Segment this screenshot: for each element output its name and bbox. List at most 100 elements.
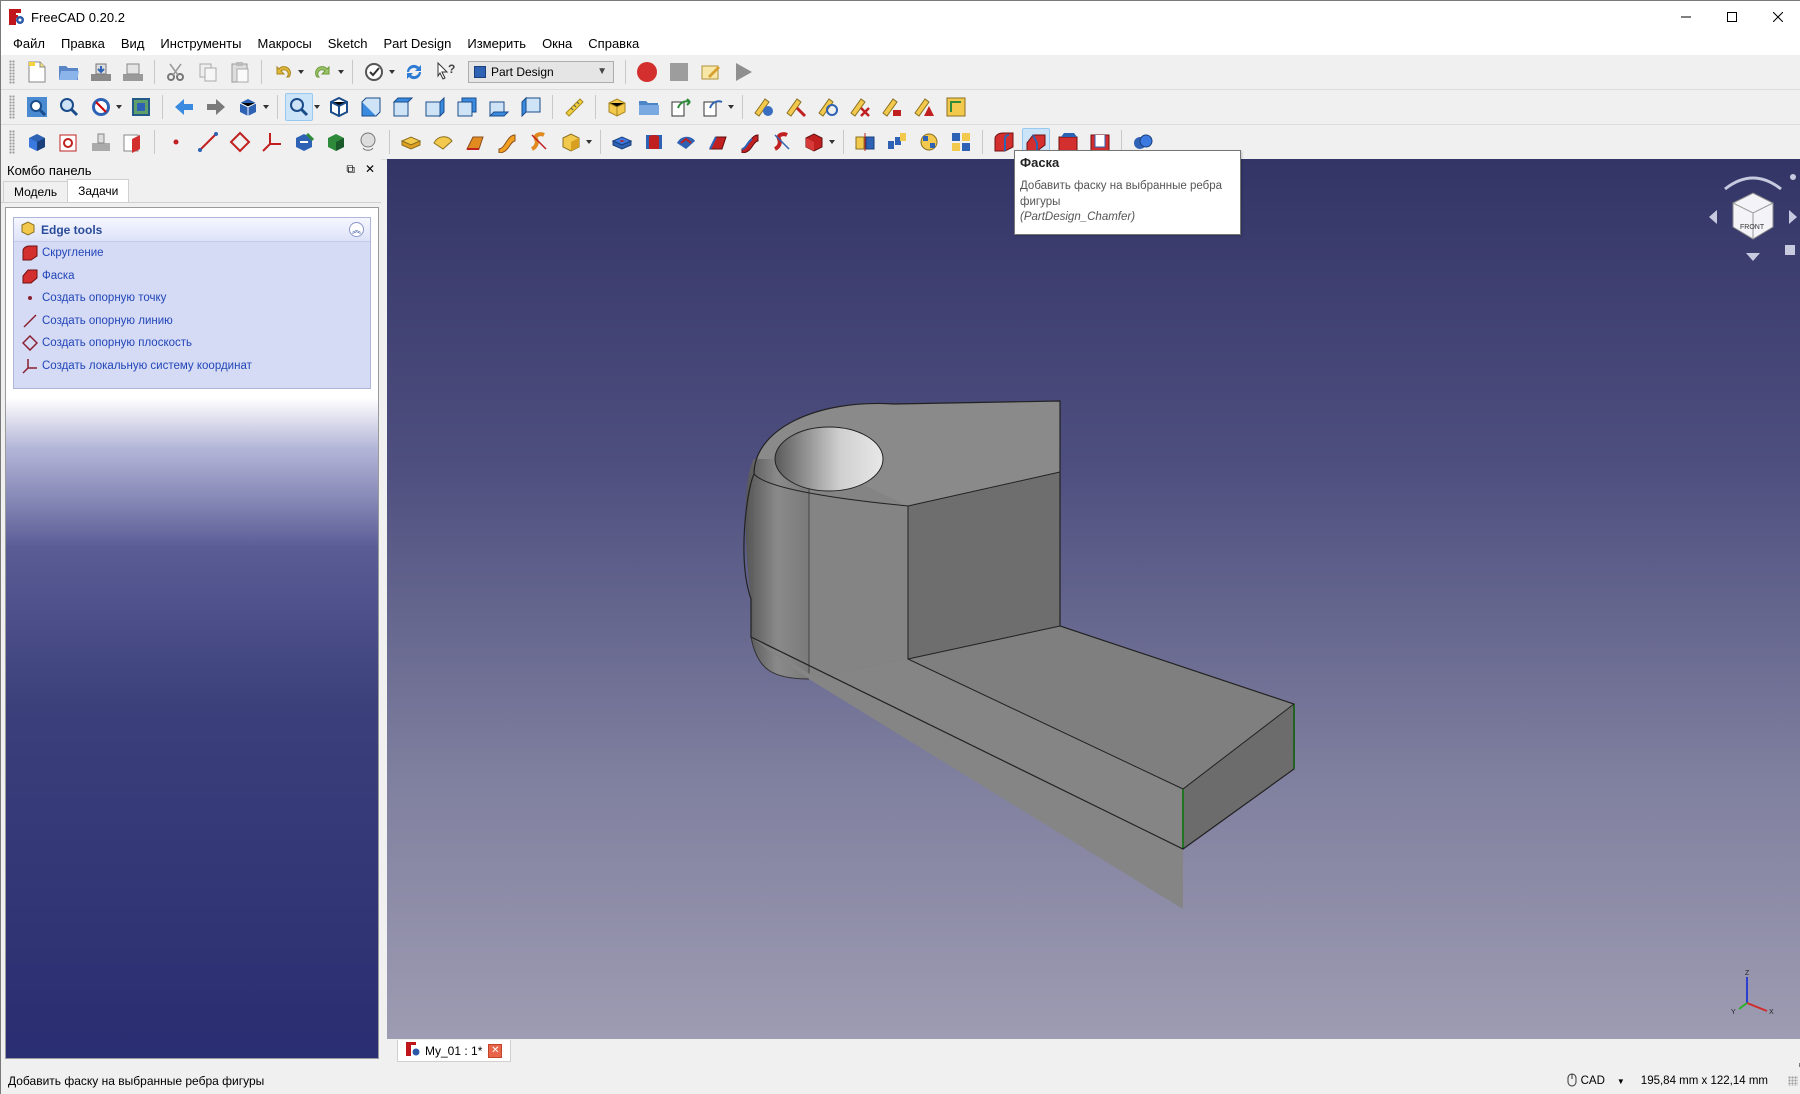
subtractive-loft-button[interactable]: [704, 128, 732, 156]
open-file-button[interactable]: [55, 58, 83, 86]
collapse-chevron-icon[interactable]: ︽: [349, 222, 364, 237]
menu-part-design[interactable]: Part Design: [375, 33, 459, 55]
link-actions-dropdown-arrow[interactable]: [726, 93, 735, 121]
datum-line-button[interactable]: [194, 128, 222, 156]
menu-tools[interactable]: Инструменты: [152, 33, 249, 55]
part-model[interactable]: [387, 159, 1800, 1039]
whats-this-button[interactable]: ?: [432, 58, 460, 86]
std-views-dropdown-arrow[interactable]: [261, 93, 270, 121]
task-item-fillet[interactable]: Скругление: [14, 242, 370, 265]
menu-windows[interactable]: Окна: [534, 33, 580, 55]
navigation-cube[interactable]: FRONT: [1705, 169, 1800, 265]
datum-point-button[interactable]: [162, 128, 190, 156]
menu-help[interactable]: Справка: [580, 33, 647, 55]
tab-tasks[interactable]: Задачи: [67, 179, 130, 202]
menu-file[interactable]: Файл: [5, 33, 53, 55]
make-link-button[interactable]: [667, 93, 695, 121]
view-top-button[interactable]: [389, 93, 417, 121]
close-panel-icon[interactable]: ✕: [365, 162, 375, 177]
link-actions-button[interactable]: [699, 93, 727, 121]
linear-pattern-button[interactable]: [883, 128, 911, 156]
view-isometric-button[interactable]: [325, 93, 353, 121]
orbit-arrow-icon[interactable]: [1724, 176, 1782, 191]
measure-toggle-delta-button[interactable]: [910, 93, 938, 121]
draw-style-dropdown-arrow[interactable]: [114, 93, 123, 121]
navcube-menu-icon[interactable]: [1785, 245, 1795, 255]
close-window-button[interactable]: [1755, 1, 1800, 33]
task-item-datum-plane[interactable]: Создать опорную плоскость: [14, 332, 370, 355]
resize-grip-icon[interactable]: [1788, 1076, 1798, 1086]
undo-button[interactable]: [269, 58, 297, 86]
menu-macros[interactable]: Макросы: [249, 33, 319, 55]
tab-model[interactable]: Модель: [3, 181, 69, 202]
task-item-chamfer[interactable]: Фаска: [14, 265, 370, 288]
new-file-button[interactable]: [23, 58, 51, 86]
additive-primitive-dropdown-arrow[interactable]: [584, 128, 593, 156]
task-item-local-cs[interactable]: Создать локальную систему координат: [14, 355, 370, 378]
mirrored-button[interactable]: [851, 128, 879, 156]
clone-button[interactable]: [354, 128, 382, 156]
pad-button[interactable]: [397, 128, 425, 156]
subtractive-helix-button[interactable]: [768, 128, 796, 156]
recompute-button[interactable]: [400, 58, 428, 86]
close-document-icon[interactable]: ✕: [488, 1043, 503, 1058]
create-body-button[interactable]: [23, 128, 51, 156]
taskbox-header[interactable]: Edge tools ︽: [14, 218, 370, 242]
subtractive-pipe-button[interactable]: [736, 128, 764, 156]
navigation-style-selector[interactable]: CAD ▼: [1567, 1073, 1625, 1090]
subtractive-primitive-dropdown-arrow[interactable]: [827, 128, 836, 156]
validate-sketch-button[interactable]: [87, 128, 115, 156]
view-right-button[interactable]: [421, 93, 449, 121]
workbench-selector[interactable]: Part Design ▼: [468, 61, 614, 83]
save-file-button[interactable]: [87, 58, 115, 86]
refresh-check-dropdown-arrow[interactable]: [387, 58, 396, 86]
toolbar-grip[interactable]: [9, 130, 15, 154]
hole-button[interactable]: [640, 128, 668, 156]
measure-toggle-3d-button[interactable]: [878, 93, 906, 121]
shape-binder-button[interactable]: [290, 128, 318, 156]
cut-button[interactable]: [162, 58, 190, 86]
create-group-button[interactable]: [635, 93, 663, 121]
revolution-button[interactable]: [429, 128, 457, 156]
draw-style-button[interactable]: [87, 93, 115, 121]
task-item-datum-point[interactable]: Создать опорную точку: [14, 287, 370, 310]
measure-distance-button[interactable]: [560, 93, 588, 121]
additive-loft-button[interactable]: [461, 128, 489, 156]
zoom-dropdown-arrow[interactable]: [312, 93, 321, 121]
view-rear-button[interactable]: [453, 93, 481, 121]
navcube-view-menu-icon[interactable]: [1790, 174, 1796, 180]
paste-button[interactable]: [226, 58, 254, 86]
groove-button[interactable]: [672, 128, 700, 156]
document-tab[interactable]: My_01 : 1* ✕: [397, 1040, 512, 1062]
measure-linear-button[interactable]: [750, 93, 778, 121]
view-front-button[interactable]: [357, 93, 385, 121]
datum-plane-button[interactable]: [226, 128, 254, 156]
map-sketch-button[interactable]: [119, 128, 147, 156]
subtractive-primitive-button[interactable]: [800, 128, 828, 156]
save-as-button[interactable]: [119, 58, 147, 86]
view-back-arrow-button[interactable]: [170, 93, 198, 121]
fit-selection-button[interactable]: [55, 93, 83, 121]
view-bottom-button[interactable]: [485, 93, 513, 121]
macro-edit-button[interactable]: [697, 58, 725, 86]
redo-button[interactable]: [309, 58, 337, 86]
undo-dropdown-arrow[interactable]: [296, 58, 305, 86]
task-item-datum-line[interactable]: Создать опорную линию: [14, 310, 370, 333]
rotate-left-arrow-icon[interactable]: [1709, 210, 1717, 224]
measure-angular-button[interactable]: [782, 93, 810, 121]
std-views-button[interactable]: [234, 93, 262, 121]
3d-viewport[interactable]: FRONT Z X Y: [387, 159, 1800, 1039]
pocket-button[interactable]: [608, 128, 636, 156]
refresh-check-button[interactable]: [360, 58, 388, 86]
redo-dropdown-arrow[interactable]: [336, 58, 345, 86]
additive-pipe-button[interactable]: [493, 128, 521, 156]
toolbar-grip[interactable]: [9, 60, 15, 84]
menu-view[interactable]: Вид: [113, 33, 153, 55]
local-coordinate-system-button[interactable]: [258, 128, 286, 156]
measure-toggle-all-button[interactable]: [942, 93, 970, 121]
measure-refresh-button[interactable]: [814, 93, 842, 121]
maximize-button[interactable]: [1709, 1, 1755, 33]
copy-button[interactable]: [194, 58, 222, 86]
polar-pattern-button[interactable]: [915, 128, 943, 156]
menu-sketch[interactable]: Sketch: [320, 33, 376, 55]
